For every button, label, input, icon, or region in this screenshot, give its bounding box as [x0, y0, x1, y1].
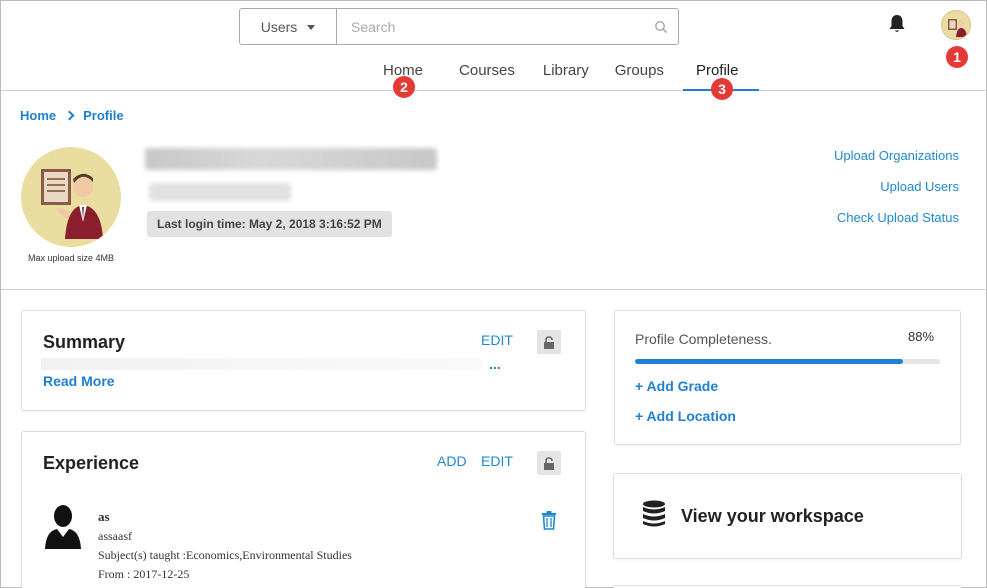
breadcrumb-profile[interactable]: Profile: [83, 108, 123, 123]
breadcrumb-home[interactable]: Home: [20, 108, 56, 123]
tab-courses[interactable]: Courses: [447, 59, 531, 89]
notifications-bell-icon[interactable]: [886, 13, 908, 35]
lock-icon[interactable]: [537, 451, 561, 475]
view-workspace-label[interactable]: View your workspace: [681, 506, 864, 527]
caret-down-icon: [307, 25, 316, 30]
check-upload-status-link[interactable]: Check Upload Status: [834, 210, 959, 225]
summary-ellipsis: ...: [489, 356, 501, 372]
search-icon[interactable]: [644, 9, 678, 44]
upload-size-note: Max upload size 4MB: [27, 253, 115, 263]
experience-edit-button[interactable]: EDIT: [481, 453, 513, 469]
admin-links: Upload Organizations Upload Users Check …: [834, 148, 959, 241]
upload-organizations-link[interactable]: Upload Organizations: [834, 148, 959, 163]
completeness-progress-fill: [635, 359, 904, 364]
user-avatar[interactable]: [941, 10, 971, 40]
section-divider: [1, 289, 987, 290]
trash-icon[interactable]: [540, 510, 558, 530]
database-icon: [642, 500, 666, 528]
read-more-link[interactable]: Read More: [43, 373, 115, 389]
experience-entry-title: as: [98, 509, 110, 524]
top-header: Users 1 Home Courses Library Groups Prof…: [1, 1, 987, 100]
experience-entry-subjects: Subject(s) taught :Economics,Environment…: [98, 548, 352, 562]
upload-users-link[interactable]: Upload Users: [834, 179, 959, 194]
lock-icon[interactable]: [537, 330, 561, 354]
search-bar: Users: [239, 8, 679, 45]
summary-edit-button[interactable]: EDIT: [481, 332, 513, 348]
add-grade-link[interactable]: + Add Grade: [635, 378, 718, 394]
callout-marker-2: 2: [393, 76, 415, 98]
callout-marker-1: 1: [946, 46, 968, 68]
callout-marker-3: 3: [711, 78, 733, 100]
search-input[interactable]: [337, 9, 644, 44]
person-silhouette-icon: [43, 503, 83, 549]
experience-entry-org: assaasf: [98, 529, 132, 543]
main-nav: Home Courses Library Groups Profile: [367, 59, 754, 89]
completeness-label: Profile Completeness.: [635, 331, 772, 347]
completeness-percent: 88%: [905, 329, 938, 344]
summary-text-redacted: [41, 358, 483, 370]
tab-groups[interactable]: Groups: [605, 59, 680, 89]
experience-title: Experience: [43, 453, 140, 473]
profile-name-redacted: [145, 148, 437, 170]
summary-title: Summary: [43, 332, 126, 352]
tab-library[interactable]: Library: [531, 59, 605, 89]
add-location-link[interactable]: + Add Location: [635, 408, 736, 424]
experience-add-button[interactable]: ADD: [437, 453, 467, 469]
breadcrumb: Home Profile: [20, 108, 124, 123]
completeness-progress-bar: [635, 359, 940, 364]
search-scope-dropdown[interactable]: Users: [240, 9, 337, 44]
chevron-right-icon: [64, 110, 75, 121]
search-scope-label: Users: [260, 18, 298, 35]
profile-avatar[interactable]: [21, 147, 121, 247]
experience-entry-from: From : 2017-12-25: [98, 567, 190, 581]
profile-role-redacted: [149, 183, 291, 201]
last-login-badge: Last login time: May 2, 2018 3:16:52 PM: [147, 211, 392, 237]
